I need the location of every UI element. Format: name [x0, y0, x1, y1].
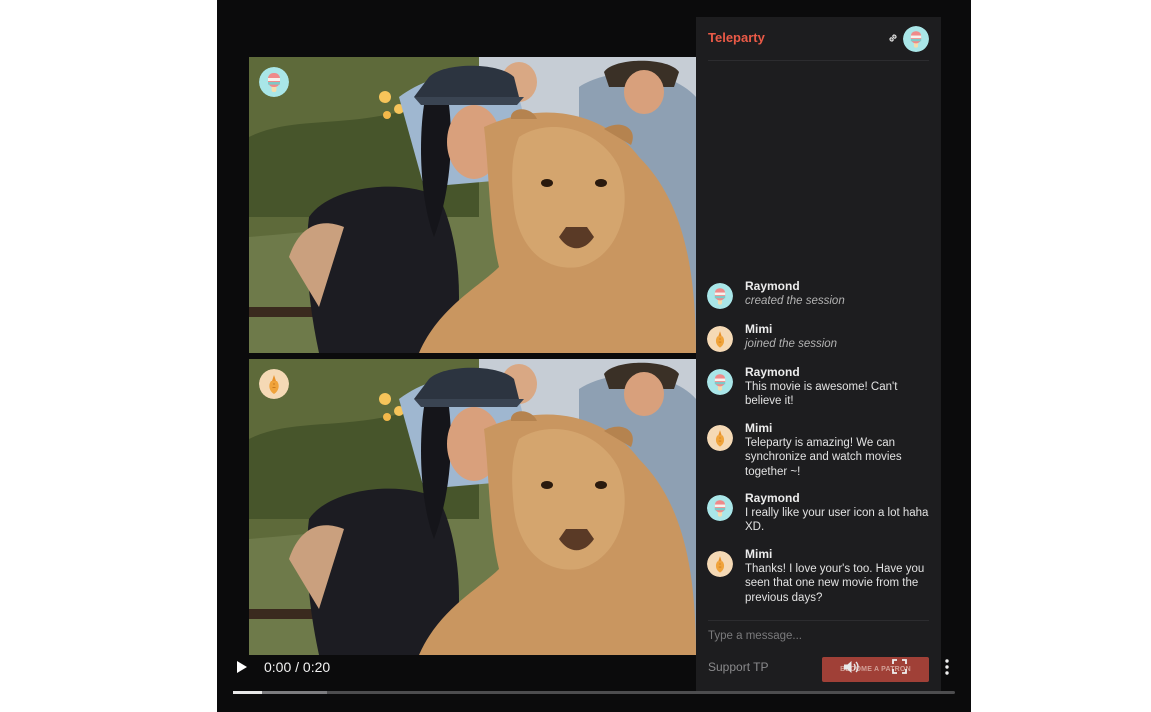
popsicle-avatar-icon	[259, 67, 289, 97]
popsicle-avatar-icon	[707, 283, 733, 309]
play-icon[interactable]	[235, 660, 249, 674]
popsicle-avatar-icon	[707, 369, 733, 395]
video-frame-image	[249, 359, 696, 655]
volume-icon[interactable]	[842, 658, 860, 676]
message-text: joined the session	[745, 338, 838, 350]
time-display: 0:00 / 0:20	[264, 659, 331, 675]
more-options-icon[interactable]	[944, 658, 950, 676]
video-player: Teleparty Raymond created the session Mi…	[217, 0, 971, 712]
video-frame-bottom	[249, 359, 696, 655]
message-author: Raymond	[745, 279, 800, 293]
popsicle-avatar-icon	[707, 495, 733, 521]
message-author: Mimi	[745, 421, 773, 435]
message-text: I really like your user icon a lot haha …	[745, 507, 929, 534]
message-author: Raymond	[745, 491, 800, 505]
brand-logo: Teleparty	[708, 30, 765, 45]
message-text: Teleparty is amazing! We can synchronize…	[745, 437, 902, 478]
chat-header: Teleparty	[708, 17, 929, 61]
video-area[interactable]	[249, 57, 696, 659]
message-author: Mimi	[745, 547, 773, 561]
video-frame-image	[249, 57, 696, 353]
player-controls: 0:00 / 0:20	[217, 650, 971, 712]
progress-bar[interactable]	[233, 691, 955, 694]
fullscreen-icon[interactable]	[892, 659, 907, 674]
carrot-avatar-icon	[259, 369, 289, 399]
progress-played	[233, 691, 262, 694]
message-author: Raymond	[745, 365, 800, 379]
carrot-avatar-icon	[707, 326, 733, 352]
message-text: This movie is awesome! Can't believe it!	[745, 381, 898, 408]
link-icon[interactable]	[887, 32, 899, 44]
video-frame-top	[249, 57, 696, 353]
message-author: Mimi	[745, 322, 773, 336]
message-text: Thanks! I love your's too. Have you seen…	[745, 563, 925, 604]
carrot-avatar-icon	[707, 425, 733, 451]
chat-sidebar: Teleparty Raymond created the session Mi…	[696, 17, 941, 692]
message-text: created the session	[745, 295, 845, 307]
user-avatar-icon[interactable]	[903, 26, 929, 52]
carrot-avatar-icon	[707, 551, 733, 577]
message-input[interactable]: Type a message...	[708, 620, 929, 651]
